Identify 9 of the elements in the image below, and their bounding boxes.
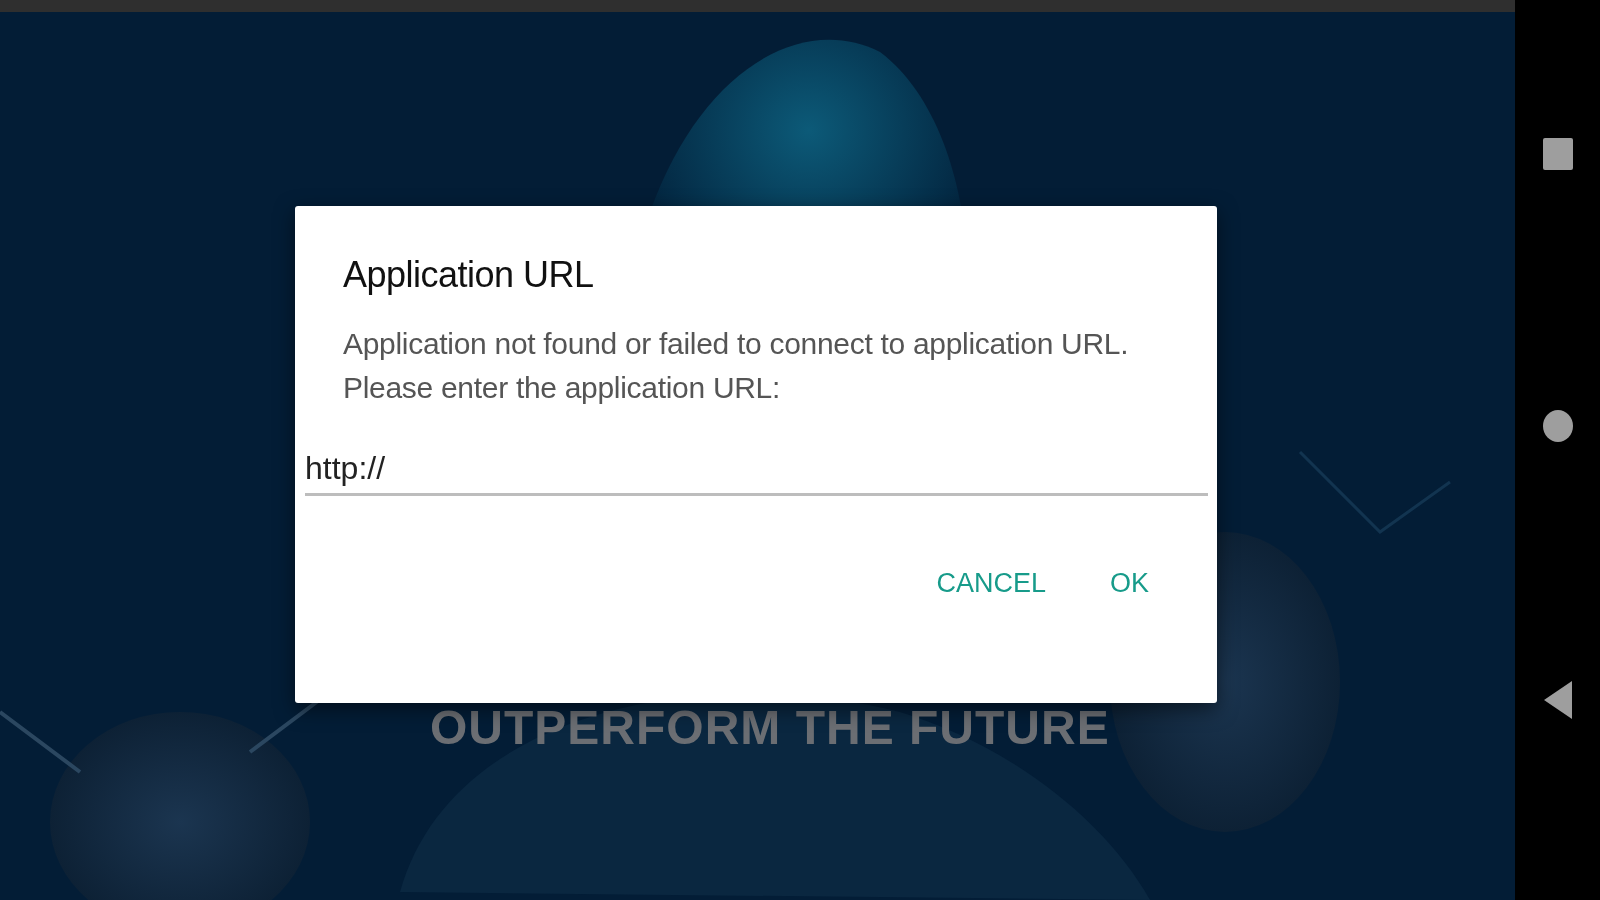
slogan-text: OUTPERFORM THE FUTURE [430,700,1110,755]
home-icon[interactable] [1541,408,1574,443]
dialog-title: Application URL [343,254,595,296]
dialog-message: Application not found or failed to connect to application URL. Please enter the application URL: [343,326,1130,406]
ok-button[interactable]: OK [1098,560,1161,607]
back-icon[interactable] [1542,680,1573,720]
cancel-button[interactable]: CANCEL [924,560,1058,607]
recents-icon[interactable] [1541,137,1574,171]
url-field[interactable]: http:// [305,450,1208,496]
